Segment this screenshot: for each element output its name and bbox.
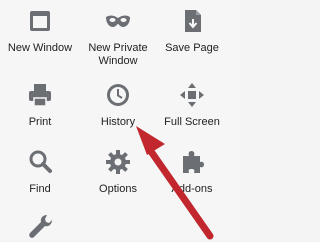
- print-label: Print: [28, 116, 52, 128]
- find-button[interactable]: Find: [2, 147, 78, 196]
- developer-button[interactable]: [2, 212, 78, 242]
- gear-icon: [103, 147, 133, 177]
- history-button[interactable]: History: [80, 80, 156, 129]
- new-private-window-label: New Private Window: [88, 42, 148, 67]
- save-page-icon: [177, 6, 207, 36]
- full-screen-button[interactable]: Full Screen: [154, 80, 230, 129]
- printer-icon: [25, 80, 55, 110]
- wrench-icon: [25, 212, 55, 242]
- clock-icon: [103, 80, 133, 110]
- options-button[interactable]: Options: [80, 147, 156, 196]
- add-ons-label: Add-ons: [171, 183, 213, 195]
- window-icon: [25, 6, 55, 36]
- puzzle-icon: [177, 147, 207, 177]
- mask-icon: [103, 6, 133, 36]
- history-label: History: [100, 116, 136, 128]
- new-window-button[interactable]: New Window: [2, 6, 78, 55]
- save-page-label: Save Page: [165, 42, 219, 54]
- magnifier-icon: [25, 147, 55, 177]
- fullscreen-icon: [177, 80, 207, 110]
- new-private-window-button[interactable]: New Private Window: [80, 6, 156, 68]
- options-label: Options: [99, 183, 137, 195]
- add-ons-button[interactable]: Add-ons: [154, 147, 230, 196]
- new-window-label: New Window: [7, 42, 73, 54]
- save-page-button[interactable]: Save Page: [154, 6, 230, 55]
- find-label: Find: [29, 183, 51, 195]
- full-screen-label: Full Screen: [164, 116, 220, 128]
- print-button[interactable]: Print: [2, 80, 78, 129]
- firefox-menu-panel: New Window New Private Window Save Page: [0, 0, 240, 240]
